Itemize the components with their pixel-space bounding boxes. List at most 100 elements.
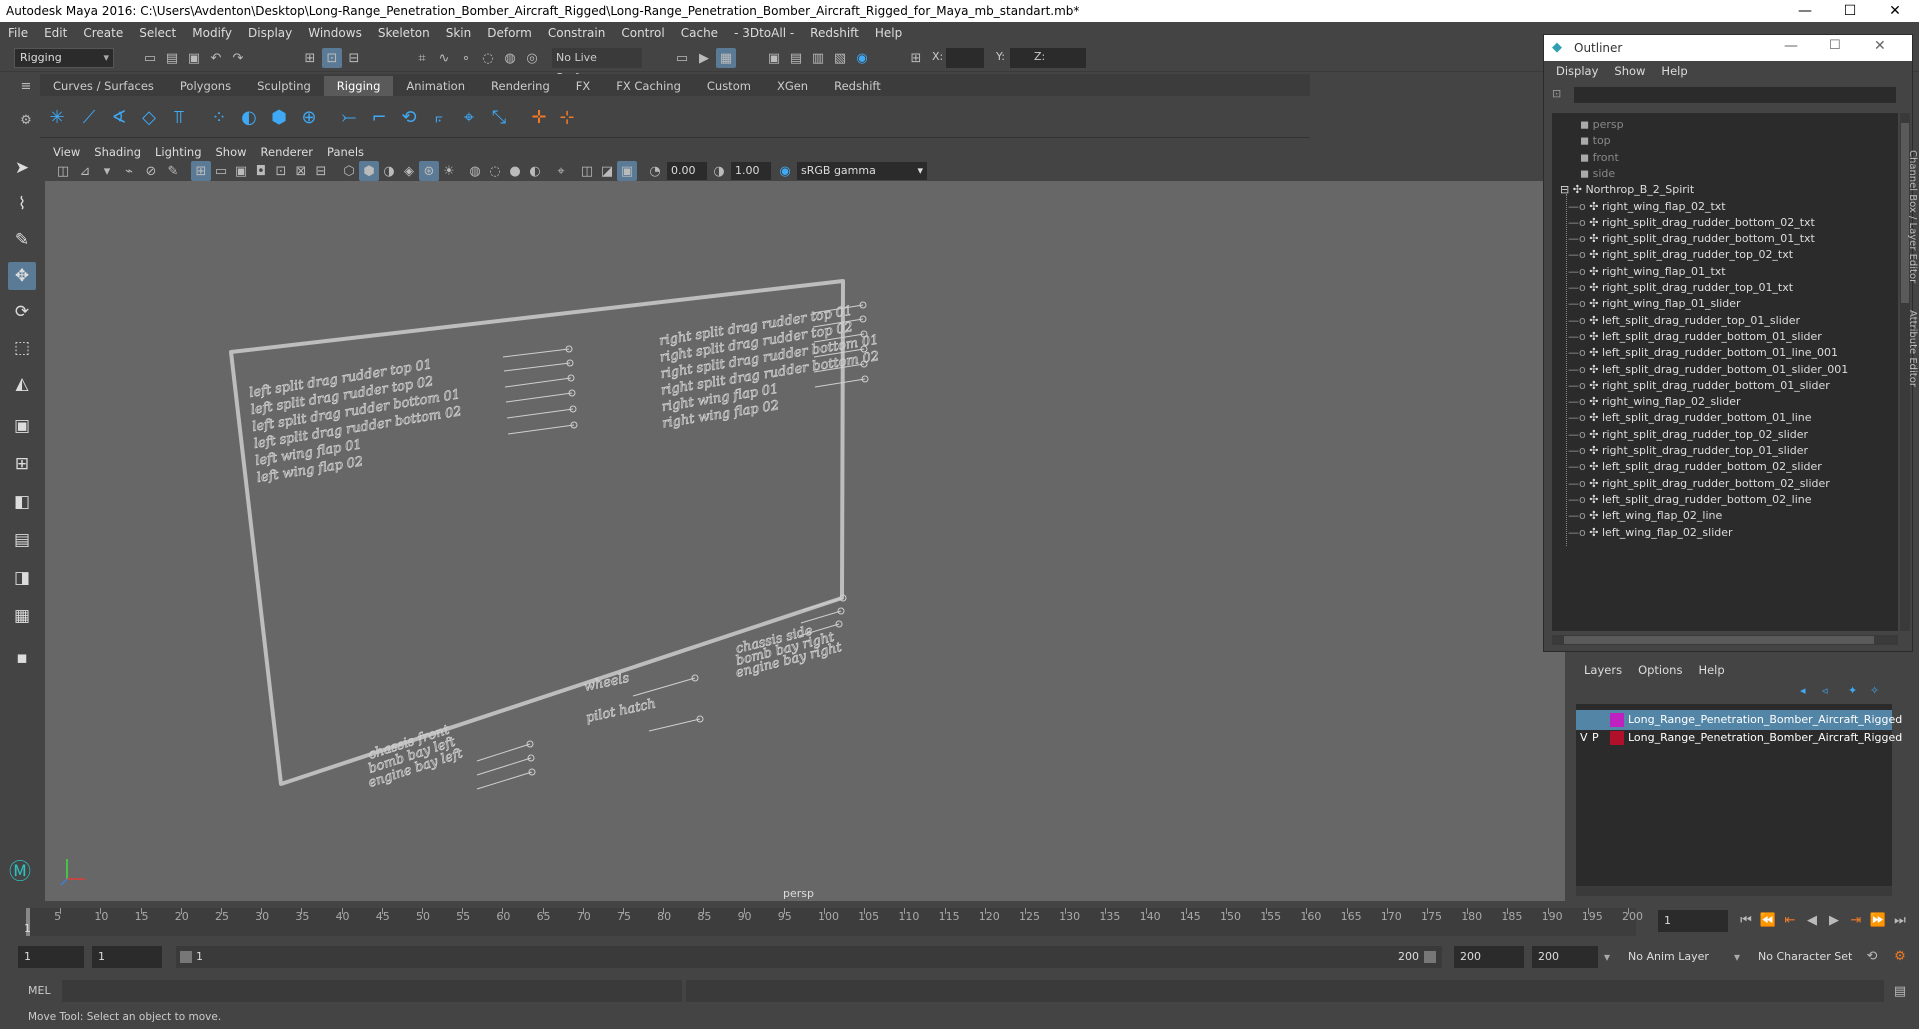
panel-menu-view[interactable]: View	[53, 145, 80, 159]
move-layer-down-icon[interactable]: ◃	[1822, 684, 1828, 697]
smooth-skin-icon[interactable]: ⌐	[366, 104, 392, 130]
insert-joint-icon[interactable]: ◇	[136, 104, 162, 130]
anti-aliasing-icon[interactable]: ●	[505, 161, 525, 181]
textured-icon[interactable]: ◈	[399, 161, 419, 181]
menu-file[interactable]: File	[8, 26, 28, 40]
menu-select[interactable]: Select	[139, 26, 176, 40]
mel-label[interactable]: MEL	[28, 984, 51, 997]
render-settings-icon[interactable]: ▦	[716, 48, 736, 68]
layer-hscrollbar[interactable]	[1576, 886, 1892, 896]
ik-handle-icon[interactable]: ⟋	[76, 104, 102, 130]
image-plane-icon[interactable]: ⌁	[119, 161, 139, 181]
2d-pan-zoom-icon[interactable]: ⊘	[141, 161, 161, 181]
save-scene-icon[interactable]: ▣	[184, 48, 204, 68]
render-view-icon[interactable]: ▣	[764, 48, 784, 68]
construction-history-icon[interactable]: ▶	[694, 48, 714, 68]
snap-surface-icon[interactable]: ◍	[500, 48, 520, 68]
xray-components-icon[interactable]: ▣	[617, 161, 637, 181]
lasso-tool-icon[interactable]: ⌇	[8, 190, 36, 218]
shelf-tab-fx-caching[interactable]: FX Caching	[603, 76, 694, 96]
minimize-icon[interactable]: —	[1784, 38, 1798, 54]
gamma-icon[interactable]: ◑	[709, 161, 729, 181]
outliner-hscrollbar[interactable]	[1552, 635, 1898, 645]
layout-graph-icon[interactable]: ◨	[8, 564, 36, 592]
character-set-dropdown[interactable]: No Character Set	[1752, 946, 1862, 968]
menu-redshift[interactable]: Redshift	[810, 26, 859, 40]
snap-point-icon[interactable]: ∘	[456, 48, 476, 68]
play-backward-icon[interactable]: ◀	[1802, 910, 1822, 930]
component-editor-icon[interactable]: ⌖	[456, 104, 482, 130]
shelf-tab-animation[interactable]: Animation	[393, 76, 478, 96]
gate-mask-icon[interactable]: ◘	[251, 161, 271, 181]
panel-menu-panels[interactable]: Panels	[327, 145, 364, 159]
panel-menu-show[interactable]: Show	[216, 145, 247, 159]
use-all-lights-icon[interactable]: ⊛	[419, 161, 439, 181]
attribute-editor-tab[interactable]: Attribute Editor	[1904, 310, 1918, 400]
shelf-tab-custom[interactable]: Custom	[694, 76, 764, 96]
safe-title-icon[interactable]: ⊟	[311, 161, 331, 181]
close-icon[interactable]: ✕	[1874, 38, 1886, 54]
new-layer-from-selection-icon[interactable]: ✧	[1870, 684, 1879, 697]
snap-view-icon[interactable]: ◌	[478, 48, 498, 68]
end-time-field[interactable]: 200	[1532, 946, 1598, 968]
layer-menu-layers[interactable]: Layers	[1584, 663, 1622, 677]
outliner-menu-help[interactable]: Help	[1661, 64, 1687, 78]
menu-help[interactable]: Help	[875, 26, 902, 40]
move-layer-up-icon[interactable]: ◂	[1800, 684, 1806, 697]
panel-menu-shading[interactable]: Shading	[94, 145, 141, 159]
lattice-icon[interactable]: ⬢	[266, 104, 292, 130]
paint-select-icon[interactable]: ✎	[8, 226, 36, 254]
isolate-select-icon[interactable]: ⌖	[551, 161, 571, 181]
minimize-button[interactable]: —	[1785, 0, 1825, 22]
outliner-menu-show[interactable]: Show	[1614, 64, 1645, 78]
anim-layer-dropdown[interactable]: No Anim Layer	[1622, 946, 1736, 968]
menu-create[interactable]: Create	[83, 26, 123, 40]
scale-tool-icon[interactable]: ⬚	[8, 334, 36, 362]
outliner-search-field[interactable]	[1574, 87, 1896, 103]
menu-windows[interactable]: Windows	[308, 26, 362, 40]
hypershade-icon[interactable]: ◉	[852, 48, 872, 68]
shelf-tab-redshift[interactable]: Redshift	[821, 76, 894, 96]
layout-more-icon[interactable]: ▪	[8, 644, 36, 672]
safe-action-icon[interactable]: ⊠	[291, 161, 311, 181]
open-scene-icon[interactable]: ▤	[162, 48, 182, 68]
wireframe-icon[interactable]: ⬡	[339, 161, 359, 181]
ambient-occlusion-icon[interactable]: ◍	[465, 161, 485, 181]
new-scene-icon[interactable]: ▭	[140, 48, 160, 68]
maximize-icon[interactable]: ☐	[1829, 38, 1841, 53]
start-time-field[interactable]: 1	[18, 946, 84, 968]
rotate-tool-icon[interactable]: ⟳	[8, 298, 36, 326]
step-back-key-icon[interactable]: ⏪	[1758, 910, 1778, 930]
exposure-field[interactable]: 0.00	[667, 162, 707, 180]
layer-row[interactable]: Long_Range_Penetration_Bomber_Aircraft_R…	[1576, 710, 1902, 730]
render-frame-icon[interactable]: ▤	[786, 48, 806, 68]
shelf-tab-polygons[interactable]: Polygons	[167, 76, 244, 96]
range-start-handle[interactable]	[180, 951, 192, 963]
layer-menu-options[interactable]: Options	[1638, 663, 1682, 677]
hscroll-thumb[interactable]	[1564, 636, 1874, 644]
depth-of-field-icon[interactable]: ◐	[525, 161, 545, 181]
menu-deform[interactable]: Deform	[487, 26, 532, 40]
menu-skin[interactable]: Skin	[446, 26, 472, 40]
new-layer-icon[interactable]: ✦	[1848, 684, 1857, 697]
z-field[interactable]	[1048, 48, 1086, 68]
panel-menu-renderer[interactable]: Renderer	[261, 145, 314, 159]
x-field[interactable]	[946, 48, 984, 68]
paint-weights-icon[interactable]: ⟲	[396, 104, 422, 130]
field-chart-icon[interactable]: ⊡	[271, 161, 291, 181]
hik-icon[interactable]: ⤡	[486, 104, 512, 130]
grease-pencil-icon[interactable]: ✎	[163, 161, 183, 181]
smooth-shade-icon[interactable]: ⬢	[359, 161, 379, 181]
playback-end-field[interactable]: 200	[1454, 946, 1524, 968]
colorspace-dropdown[interactable]: sRGB gamma ▾	[797, 162, 927, 180]
auto-key-icon[interactable]: ⟲	[1862, 946, 1882, 966]
menu-control[interactable]: Control	[621, 26, 664, 40]
menu-3dtoall[interactable]: - 3DtoAll -	[734, 26, 794, 40]
shelf-menu-icon[interactable]: ≡	[16, 76, 36, 96]
grid-icon[interactable]: ⊞	[191, 161, 211, 181]
bind-skin-icon[interactable]: ⤚	[336, 104, 362, 130]
resolution-gate-icon[interactable]: ▣	[231, 161, 251, 181]
layer-menu-help[interactable]: Help	[1698, 663, 1724, 677]
snap-grid-icon[interactable]: ⌗	[412, 48, 432, 68]
outliner-item[interactable]: —o ✣ left_wing_flap_02_slider	[1568, 523, 1733, 543]
